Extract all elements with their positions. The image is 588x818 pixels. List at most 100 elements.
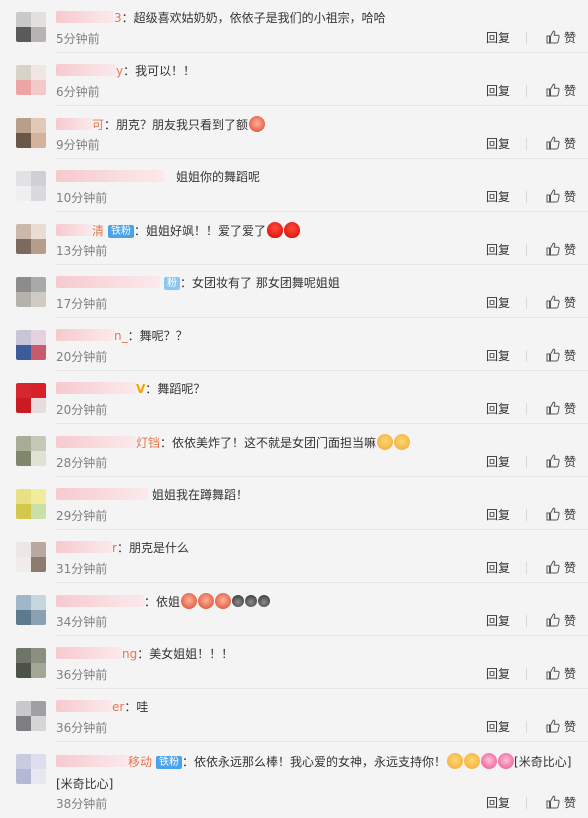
divider xyxy=(526,297,527,309)
like-button[interactable]: 赞 xyxy=(546,242,576,258)
thumbs-up-icon xyxy=(546,560,560,574)
avatar[interactable] xyxy=(16,701,46,731)
username[interactable] xyxy=(56,595,144,607)
username-tail[interactable]: 移动 xyxy=(128,755,152,769)
reply-button[interactable]: 回复 xyxy=(486,507,510,523)
comment-item: 3：超级喜欢姑奶奶，依依子是我们的小祖宗，哈哈 5分钟前 回复赞 xyxy=(0,0,588,53)
reply-button[interactable]: 回复 xyxy=(486,795,510,811)
avatar[interactable] xyxy=(16,277,46,307)
like-button[interactable]: 赞 xyxy=(546,83,576,99)
like-button[interactable]: 赞 xyxy=(546,401,576,417)
divider xyxy=(526,797,527,809)
username-tail[interactable]: ng xyxy=(122,647,137,661)
like-label: 赞 xyxy=(563,402,576,416)
avatar[interactable] xyxy=(16,489,46,519)
username[interactable] xyxy=(56,488,148,500)
reply-button[interactable]: 回复 xyxy=(486,454,510,470)
like-button[interactable]: 赞 xyxy=(546,189,576,205)
avatar[interactable] xyxy=(16,224,46,254)
like-label: 赞 xyxy=(563,561,576,575)
username[interactable] xyxy=(56,170,164,182)
reply-button[interactable]: 回复 xyxy=(486,30,510,46)
divider xyxy=(526,244,527,256)
avatar[interactable] xyxy=(16,542,46,572)
comment-time: 6分钟前 xyxy=(56,85,100,99)
reply-button[interactable]: 回复 xyxy=(486,719,510,735)
avatar[interactable] xyxy=(16,12,46,42)
divider xyxy=(526,138,527,150)
reply-button[interactable]: 回复 xyxy=(486,189,510,205)
reply-button[interactable]: 回复 xyxy=(486,348,510,364)
username[interactable] xyxy=(56,436,136,448)
avatar[interactable] xyxy=(16,383,46,413)
username[interactable] xyxy=(56,118,92,130)
username[interactable] xyxy=(56,541,112,553)
like-label: 赞 xyxy=(563,31,576,45)
username[interactable] xyxy=(56,647,122,659)
avatar[interactable] xyxy=(16,754,46,784)
username[interactable] xyxy=(56,64,116,76)
heart-icon xyxy=(284,222,301,238)
like-button[interactable]: 赞 xyxy=(546,795,576,811)
avatar[interactable] xyxy=(16,118,46,148)
avatar[interactable] xyxy=(16,330,46,360)
reply-button[interactable]: 回复 xyxy=(486,83,510,99)
like-button[interactable]: 赞 xyxy=(546,454,576,470)
reply-button[interactable]: 回复 xyxy=(486,613,510,629)
comment-time: 29分钟前 xyxy=(56,509,108,523)
like-button[interactable]: 赞 xyxy=(546,666,576,682)
username[interactable] xyxy=(56,276,160,288)
like-label: 赞 xyxy=(563,614,576,628)
thumbs-up-icon xyxy=(546,189,560,203)
avatar[interactable] xyxy=(16,171,46,201)
username-tail[interactable]: 可 xyxy=(92,118,104,132)
comment-time: 38分钟前 xyxy=(56,797,108,811)
comment-item: ：依姐 34分钟前 回复赞 xyxy=(0,583,588,636)
like-button[interactable]: 赞 xyxy=(546,560,576,576)
divider xyxy=(526,32,527,44)
like-button[interactable]: 赞 xyxy=(546,348,576,364)
comment-text: 朋克是什么 xyxy=(128,541,189,555)
vip-mark: V xyxy=(136,382,146,396)
username[interactable] xyxy=(56,382,136,394)
like-button[interactable]: 赞 xyxy=(546,507,576,523)
like-label: 赞 xyxy=(563,243,576,257)
like-button[interactable]: 赞 xyxy=(546,295,576,311)
reply-button[interactable]: 回复 xyxy=(486,560,510,576)
username[interactable] xyxy=(56,329,114,341)
comment-item: 粉：女团妆有了 那女团舞呢姐姐 17分钟前 回复赞 xyxy=(0,265,588,318)
reply-button[interactable]: 回复 xyxy=(486,401,510,417)
comment-item: y：我可以！！ 6分钟前 回复赞 xyxy=(0,53,588,106)
reply-button[interactable]: 回复 xyxy=(486,295,510,311)
avatar[interactable] xyxy=(16,436,46,466)
thumbs-up-icon xyxy=(546,795,560,809)
like-button[interactable]: 赞 xyxy=(546,719,576,735)
emoji-icon xyxy=(258,595,271,607)
avatar[interactable] xyxy=(16,648,46,678)
reply-button[interactable]: 回复 xyxy=(486,666,510,682)
username-tail[interactable]: 灯铛 xyxy=(136,436,160,450)
thumbs-up-icon xyxy=(546,348,560,362)
like-button[interactable]: 赞 xyxy=(546,30,576,46)
username-tail[interactable]: n_ xyxy=(114,329,128,343)
like-button[interactable]: 赞 xyxy=(546,613,576,629)
avatar[interactable] xyxy=(16,595,46,625)
like-button[interactable]: 赞 xyxy=(546,136,576,152)
divider xyxy=(526,562,527,574)
avatar[interactable] xyxy=(16,65,46,95)
username[interactable] xyxy=(56,11,114,23)
username-tail[interactable]: 3 xyxy=(114,11,122,25)
like-label: 赞 xyxy=(563,349,576,363)
username-tail[interactable]: er xyxy=(112,700,124,714)
comment-time: 5分钟前 xyxy=(56,32,100,46)
comment-item: 清铁粉 ：姐姐好飒！！爱了爱了 13分钟前 回复赞 xyxy=(0,212,588,265)
username[interactable] xyxy=(56,224,92,236)
reply-button[interactable]: 回复 xyxy=(486,242,510,258)
comment-text: 哇 xyxy=(136,700,149,714)
username-tail[interactable]: 清 xyxy=(92,224,104,238)
username[interactable] xyxy=(56,700,112,712)
reply-button[interactable]: 回复 xyxy=(486,136,510,152)
username[interactable] xyxy=(56,755,128,767)
comment-text: 舞呢？？ xyxy=(139,329,188,343)
comment-time: 9分钟前 xyxy=(56,138,100,152)
